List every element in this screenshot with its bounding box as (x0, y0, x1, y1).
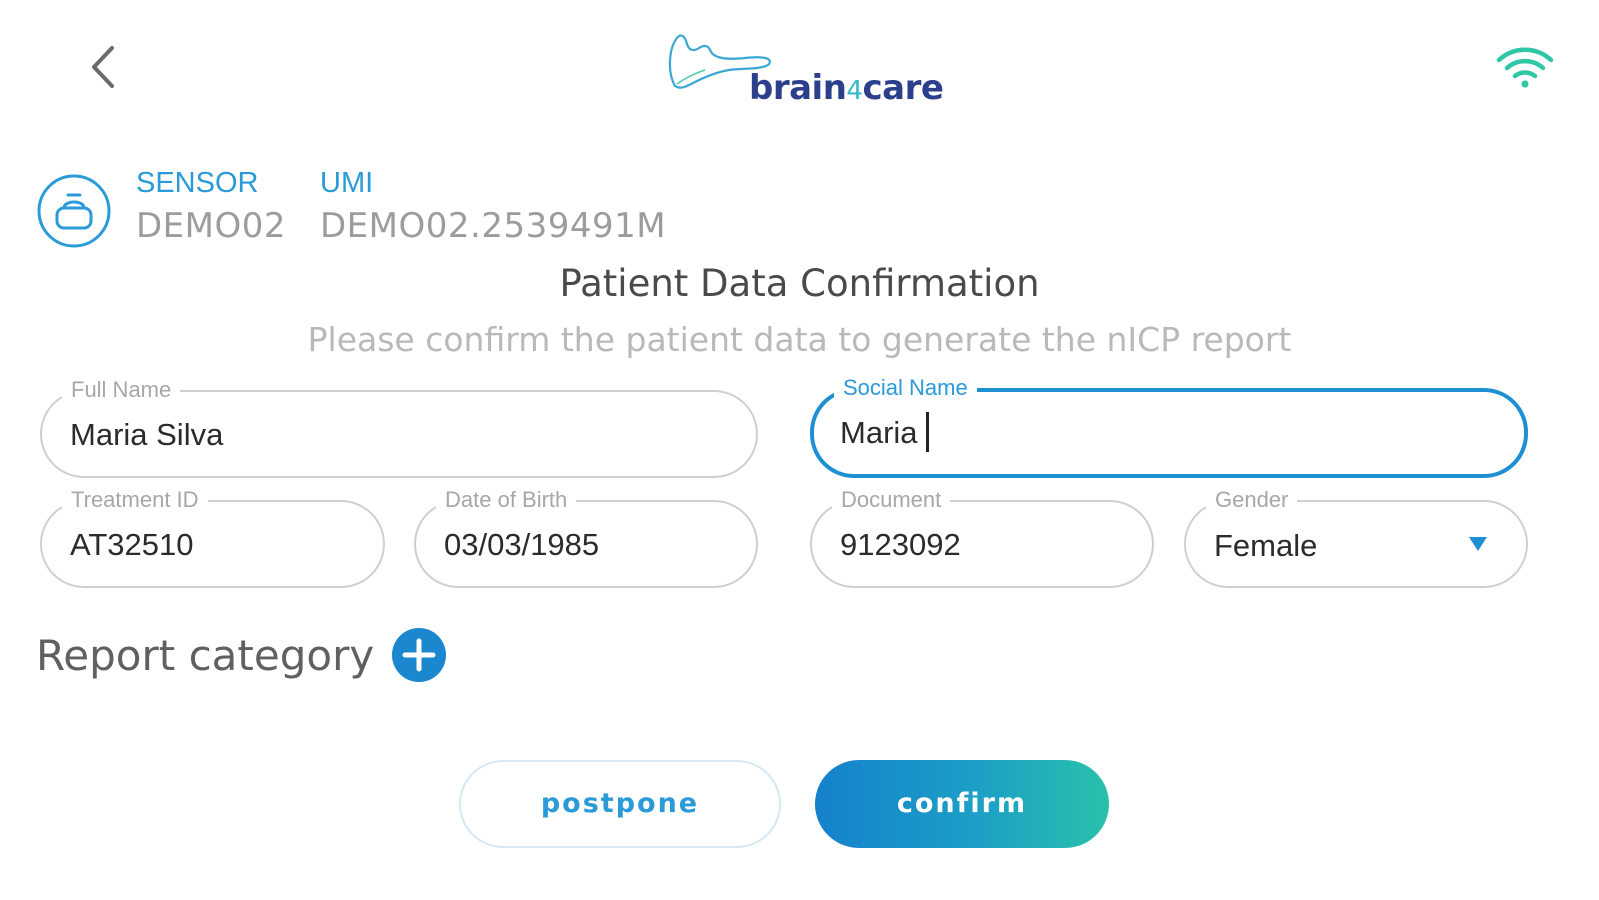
brain4care-logo: brain4care (665, 28, 944, 114)
date-of-birth-label: Date of Birth (436, 486, 577, 514)
add-report-category-button[interactable] (392, 628, 446, 682)
back-button[interactable] (80, 42, 130, 92)
full-name-input[interactable] (70, 412, 726, 458)
sensor-device-icon (36, 173, 112, 249)
postpone-button[interactable]: postpone (459, 760, 781, 848)
treatment-id-label: Treatment ID (62, 486, 208, 514)
confirm-button[interactable]: confirm (815, 760, 1109, 848)
umi-value: DEMO02.2539491M (320, 206, 667, 246)
treatment-id-field: Treatment ID (40, 486, 385, 588)
umi-info: UMI DEMO02.2539491M (320, 164, 666, 250)
sensor-value: DEMO02 (136, 206, 287, 246)
text-cursor (926, 412, 929, 452)
full-name-field: Full Name (40, 376, 758, 478)
report-category-label: Report category (36, 631, 375, 680)
sensor-label: SENSOR (136, 167, 259, 199)
document-input[interactable] (840, 522, 1122, 568)
sensor-info: SENSOR DEMO02 (136, 164, 286, 250)
date-of-birth-field: Date of Birth (414, 486, 758, 588)
document-field: Document (810, 486, 1154, 588)
social-name-input[interactable] (840, 410, 1494, 456)
document-label: Document (832, 486, 951, 514)
patient-data-confirmation-screen: brain4care SENSOR DEMO02 UMI DEMO02.2539… (0, 0, 1599, 900)
umi-label: UMI (320, 167, 374, 199)
chevron-left-icon (92, 46, 114, 88)
wifi-icon (1495, 44, 1555, 90)
gender-label: Gender (1206, 486, 1298, 514)
date-of-birth-input[interactable] (444, 522, 726, 568)
triangle-down-icon (1469, 537, 1487, 551)
social-name-label: Social Name (834, 374, 977, 402)
gender-dropdown[interactable]: Gender Female (1184, 486, 1528, 588)
treatment-id-input[interactable] (70, 522, 353, 568)
full-name-label: Full Name (62, 376, 181, 404)
gender-selected-value: Female (1214, 528, 1318, 563)
social-name-field: Social Name (810, 374, 1528, 478)
page-title: Patient Data Confirmation (559, 262, 1040, 305)
page-subtitle: Please confirm the patient data to gener… (307, 320, 1292, 359)
logo-text: brain4care (749, 68, 944, 108)
plus-circle-icon (392, 628, 446, 682)
